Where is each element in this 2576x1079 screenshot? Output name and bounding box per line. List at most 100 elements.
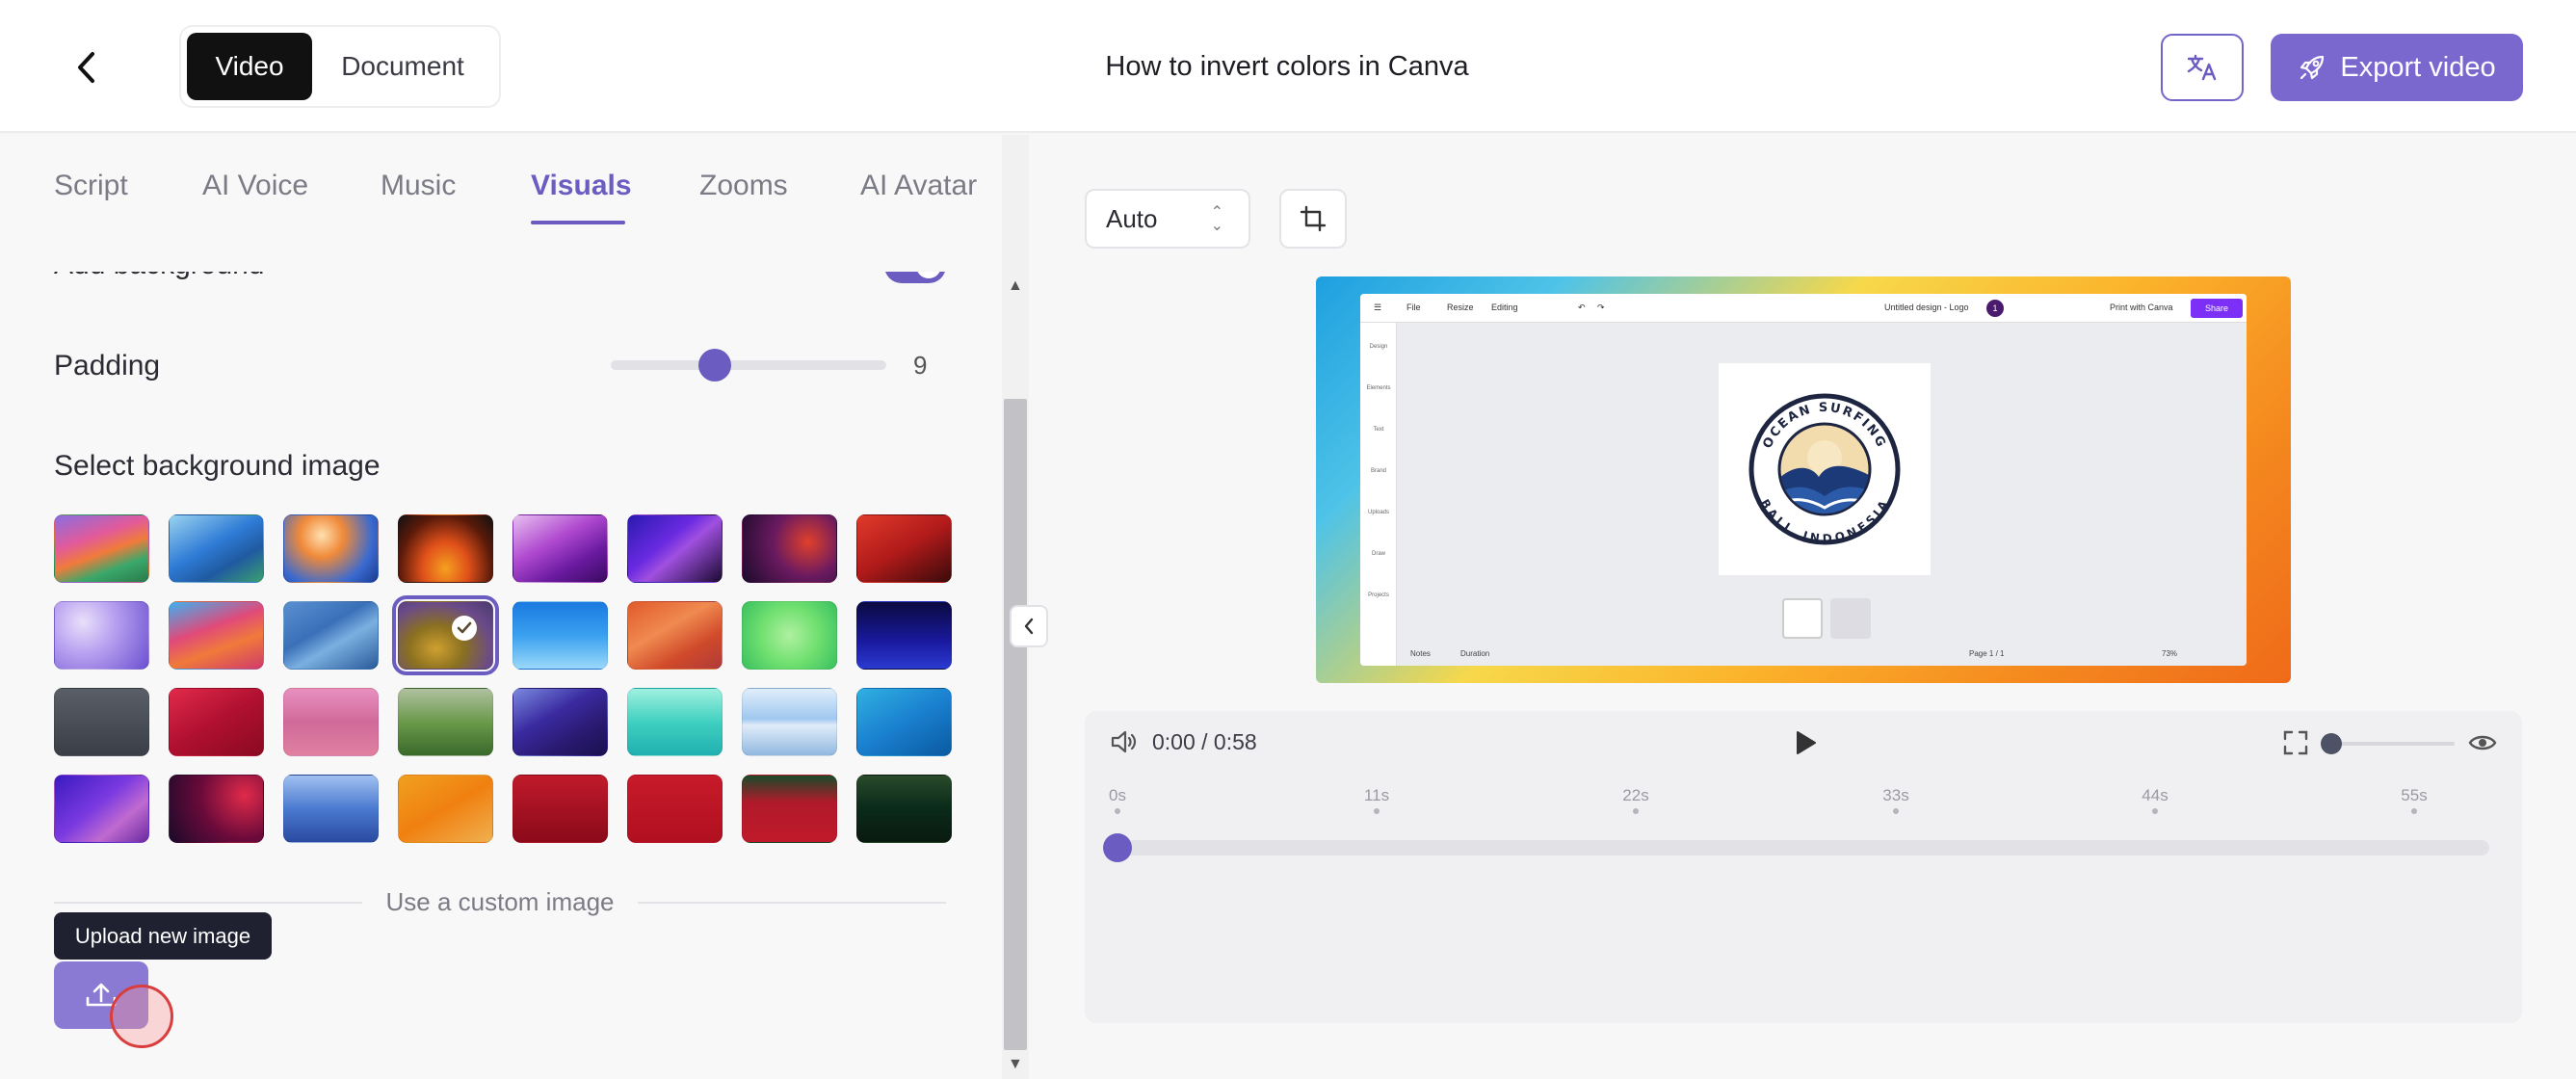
export-video-label: Export video: [2340, 51, 2496, 83]
canva-page-thumbnail: [1782, 598, 1823, 639]
timeline-tick-dot: [2152, 808, 2158, 814]
background-option[interactable]: [856, 688, 952, 756]
zoom-slider-track[interactable]: [2331, 742, 2455, 746]
canva-avatar: 1: [1986, 300, 2004, 317]
canva-side-elements: Elements: [1366, 385, 1391, 391]
panel-scrollbar-thumb[interactable]: [1004, 399, 1027, 1050]
background-option[interactable]: [513, 601, 608, 670]
canva-editing-label: Editing: [1491, 303, 1518, 312]
background-option[interactable]: [169, 688, 264, 756]
background-option[interactable]: [513, 775, 608, 843]
background-option[interactable]: [742, 775, 837, 843]
timeline-tick-dot: [2411, 808, 2417, 814]
canva-side-text: Text: [1373, 427, 1384, 433]
translate-button[interactable]: [2161, 34, 2244, 101]
ocean-surfing-logo: OCEAN SURFING BALI, INDONESIA: [1748, 393, 1901, 545]
chevron-left-icon: [78, 52, 94, 83]
tab-ai-voice[interactable]: AI Voice: [202, 170, 308, 202]
background-option[interactable]: [283, 775, 379, 843]
background-option[interactable]: [856, 601, 952, 670]
playback-time: 0:00 / 0:58: [1152, 729, 1257, 754]
background-option[interactable]: [742, 601, 837, 670]
background-option[interactable]: [742, 688, 837, 756]
mode-document-button[interactable]: Document: [316, 33, 489, 100]
export-video-button[interactable]: Export video: [2271, 34, 2523, 101]
tab-visuals[interactable]: Visuals: [531, 170, 632, 202]
divider-right: [638, 902, 946, 904]
play-icon: [1797, 731, 1816, 754]
tab-music[interactable]: Music: [381, 170, 456, 202]
tab-zooms[interactable]: Zooms: [699, 170, 788, 202]
video-preview: ☰ File Resize Editing ↶ ↷ Untitled desig…: [1316, 276, 2291, 683]
timeline-tick-dot: [1115, 808, 1120, 814]
select-background-label: Select background image: [54, 450, 381, 482]
background-option[interactable]: [627, 775, 723, 843]
background-option[interactable]: [54, 514, 149, 583]
crop-button[interactable]: [1279, 189, 1347, 249]
background-option[interactable]: [513, 514, 608, 583]
background-option[interactable]: [54, 775, 149, 843]
background-option[interactable]: [283, 514, 379, 583]
padding-value: 9: [913, 351, 928, 380]
canva-topbar: ☰ File Resize Editing ↶ ↷ Untitled desig…: [1360, 294, 2247, 323]
canva-sidebar: Design Elements Text Brand Uploads Draw …: [1360, 323, 1397, 666]
translate-icon: [2187, 54, 2217, 81]
back-button[interactable]: [58, 39, 116, 96]
timeline-scrubber-track[interactable]: [1117, 840, 2489, 855]
eye-icon[interactable]: [2468, 730, 2497, 760]
background-option[interactable]: [169, 775, 264, 843]
canva-notes-label: Notes: [1410, 649, 1431, 658]
background-option[interactable]: [54, 688, 149, 756]
timeline-scrubber-thumb[interactable]: [1103, 833, 1132, 862]
collapse-panel-button[interactable]: [1010, 605, 1048, 647]
tab-script[interactable]: Script: [54, 170, 128, 202]
background-option[interactable]: [627, 688, 723, 756]
upload-tooltip: Upload new image: [54, 912, 272, 960]
background-option[interactable]: [169, 601, 264, 670]
background-option[interactable]: [283, 688, 379, 756]
mode-video-button[interactable]: Video: [187, 33, 312, 100]
canva-side-projects: Projects: [1368, 592, 1389, 598]
play-button[interactable]: [1790, 728, 1819, 757]
aspect-ratio-select[interactable]: Auto ⌃ ⌄: [1085, 189, 1250, 249]
background-option[interactable]: [627, 514, 723, 583]
timeline-tick-dot: [1633, 808, 1639, 814]
background-option[interactable]: [398, 514, 493, 583]
editor-tabs: Script AI Voice Music Visuals Zooms AI A…: [0, 135, 1002, 231]
timeline-tick-label: 11s: [1363, 786, 1390, 804]
canva-side-draw: Draw: [1371, 551, 1385, 557]
background-option-selected[interactable]: [392, 595, 499, 675]
background-option[interactable]: [742, 514, 837, 583]
canva-side-brand: Brand: [1370, 468, 1386, 474]
canva-file-label: File: [1406, 303, 1421, 312]
background-option[interactable]: [513, 688, 608, 756]
scroll-down-arrow-icon[interactable]: ▼: [1008, 1056, 1023, 1073]
canva-add-page: [1830, 598, 1871, 639]
canva-side-design: Design: [1369, 344, 1388, 350]
background-option[interactable]: [54, 601, 149, 670]
background-option[interactable]: [283, 601, 379, 670]
tab-ai-avatar[interactable]: AI Avatar: [860, 170, 977, 202]
padding-slider-track[interactable]: [611, 360, 886, 370]
canva-zoom-label: 73%: [2162, 649, 2178, 658]
background-option[interactable]: [398, 688, 493, 756]
background-option[interactable]: [856, 514, 952, 583]
padding-slider-thumb[interactable]: [698, 349, 731, 382]
canva-duration-label: Duration: [1460, 649, 1490, 658]
volume-icon[interactable]: [1110, 728, 1139, 760]
fullscreen-icon[interactable]: [2283, 730, 2308, 760]
background-option[interactable]: [169, 514, 264, 583]
canva-bottombar: Notes Duration Page 1 / 1 73%: [1397, 643, 2247, 666]
active-tab-indicator: [531, 221, 625, 224]
aspect-ratio-value: Auto: [1106, 203, 1158, 233]
canva-resize-label: Resize: [1447, 303, 1474, 312]
background-option[interactable]: [398, 775, 493, 843]
background-option[interactable]: [856, 775, 952, 843]
timeline-tick-dot: [1893, 808, 1899, 814]
zoom-slider-thumb[interactable]: [2321, 733, 2342, 754]
scroll-up-arrow-icon[interactable]: ▲: [1008, 277, 1023, 295]
page-title: How to invert colors in Canva: [1105, 50, 1469, 82]
background-option[interactable]: [627, 601, 723, 670]
chevron-left-icon: [1024, 618, 1034, 635]
canva-undo-icon: ↶: [1578, 303, 1586, 312]
